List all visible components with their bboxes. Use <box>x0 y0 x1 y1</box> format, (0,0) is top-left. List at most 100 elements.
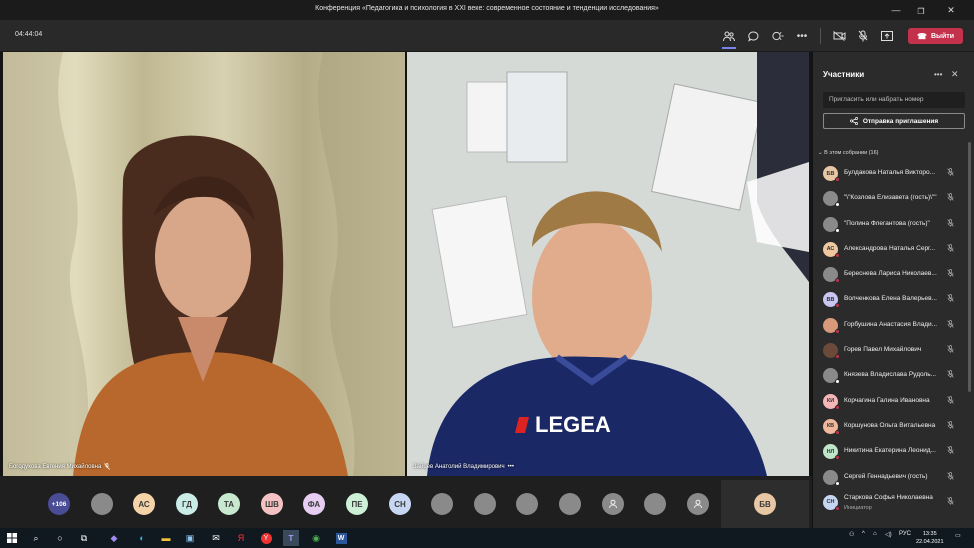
share-icon <box>849 117 858 125</box>
teams-meeting-window: Конференция «Педагогика и психология в X… <box>0 0 974 548</box>
participant-name: Старкова Софья Николаевна <box>844 493 933 501</box>
reactions-button[interactable] <box>770 28 786 44</box>
participant-row[interactable]: Горбушина Анастасия Влади... <box>813 313 971 338</box>
participant-video-man: LEGEA <box>407 52 809 476</box>
avatar-blank[interactable] <box>474 493 496 515</box>
task-view-icon: ⧉ <box>80 532 88 543</box>
window-title: Конференция «Педагогика и психология в X… <box>315 5 659 12</box>
taskbar-chrome[interactable]: ◉ <box>308 530 324 546</box>
avatar-generic[interactable] <box>602 493 624 515</box>
chat-icon <box>747 30 758 42</box>
camera-toggle-button[interactable] <box>831 28 847 44</box>
avatar-blank[interactable] <box>91 493 113 515</box>
meeting-timer: 04:44:04 <box>15 31 43 38</box>
participant-row[interactable]: Князева Владислава Рудоль... <box>813 363 971 388</box>
maximize-button[interactable]: ❐ <box>910 3 932 19</box>
cortana-button[interactable]: ○ <box>52 530 68 546</box>
mic-off-icon <box>947 345 954 355</box>
avatar[interactable]: ШВ <box>261 493 283 515</box>
chat-button[interactable] <box>745 28 761 44</box>
panel-more-button[interactable]: ••• <box>934 70 942 79</box>
avatar[interactable]: ТА <box>218 493 240 515</box>
chevron-up-icon[interactable]: ^ <box>862 531 865 537</box>
avatar[interactable]: ГД <box>176 493 198 515</box>
taskbar-explorer[interactable]: ▬ <box>158 530 174 546</box>
overflow-count[interactable]: +106 <box>48 493 70 515</box>
participant-row[interactable]: КИ Корчагина Галина Ивановна <box>813 389 971 414</box>
participant-row[interactable]: АС Александрова Наталья Серг... <box>813 237 971 262</box>
edge-icon: ◐ <box>139 533 145 543</box>
panel-close-button[interactable]: ✕ <box>951 69 959 80</box>
app-icon: ◆ <box>110 532 118 543</box>
notifications-icon[interactable]: ▭ <box>955 532 961 539</box>
minimize-button[interactable]: — <box>885 2 907 18</box>
more-icon[interactable]: ••• <box>508 464 514 470</box>
section-header[interactable]: ⌄ В этом собрании (16) <box>818 150 878 156</box>
participant-row[interactable]: КВ Коршунова Ольга Витальевна <box>813 414 971 439</box>
taskbar-edge[interactable]: ◐ <box>134 530 150 546</box>
participant-row[interactable]: НЛ Никитина Екатерина Леонид... <box>813 439 971 464</box>
person-icon <box>694 499 702 509</box>
network-icon[interactable]: ⌂ <box>873 531 877 537</box>
participant-row[interactable]: Горев Павел Михайлович <box>813 338 971 363</box>
close-window-button[interactable]: ✕ <box>940 2 962 18</box>
person-icon[interactable]: ⚇ <box>849 531 854 538</box>
taskbar-word[interactable]: W <box>333 530 349 546</box>
participant-row[interactable]: СН Старкова Софья Николаевна Инициатор <box>813 490 971 515</box>
presence-dot <box>835 429 840 435</box>
camera-off-icon <box>832 31 845 41</box>
avatar[interactable]: ПЕ <box>346 493 368 515</box>
taskbar-teams[interactable]: T <box>283 530 299 546</box>
avatar[interactable]: АС <box>133 493 155 515</box>
presence-dot <box>835 252 840 258</box>
presence-dot <box>835 505 840 511</box>
volume-icon[interactable]: ◁) <box>885 531 892 538</box>
mic-off-icon <box>104 463 111 470</box>
video-tile-right[interactable]: LEGEA Зайцев Анатолий Владимирович ••• <box>407 52 809 476</box>
participant-row[interactable]: "\"Козлова Елизавета (гость)\"" <box>813 186 971 211</box>
task-view-button[interactable]: ⧉ <box>76 530 92 546</box>
participants-button[interactable] <box>721 28 737 49</box>
start-button[interactable] <box>4 530 20 546</box>
reactions-icon <box>772 31 784 40</box>
taskbar-store[interactable]: ▣ <box>182 530 198 546</box>
taskbar-yandex[interactable]: Я <box>233 530 249 546</box>
participant-row[interactable]: БВ Булдакова Наталья Викторо... <box>813 161 971 186</box>
avatar-generic[interactable] <box>687 493 709 515</box>
input-language[interactable]: РУС <box>899 531 911 537</box>
avatar[interactable]: ФА <box>303 493 325 515</box>
participant-row[interactable]: Береснева Лариса Николаев... <box>813 262 971 287</box>
presence-dot <box>835 480 840 486</box>
taskbar-yandex-browser[interactable]: Y <box>258 530 274 546</box>
mic-off-icon <box>858 30 868 42</box>
invite-input[interactable]: Пригласить или набрать номер <box>823 92 965 108</box>
avatar[interactable]: СН <box>389 493 411 515</box>
taskbar-mail[interactable]: ✉ <box>208 530 224 546</box>
active-speaker-avatar[interactable]: БВ <box>754 493 776 515</box>
mail-icon: ✉ <box>212 532 220 543</box>
participant-row[interactable]: "Полина Флегантова (гость)" <box>813 212 971 237</box>
yandex-browser-icon: Y <box>260 532 272 544</box>
participant-row[interactable]: Сергей Геннадьевич (гость) <box>813 465 971 490</box>
avatar-blank[interactable] <box>559 493 581 515</box>
avatar-blank[interactable] <box>644 493 666 515</box>
video-name-tag: Зайцев Анатолий Владимирович ••• <box>413 464 514 470</box>
more-actions-button[interactable]: ••• <box>794 28 810 44</box>
video-stage: Богодухова Евгения Михайловна LEGEA Зайц… <box>0 52 812 476</box>
share-invite-button[interactable]: Отправка приглашения <box>823 113 965 129</box>
taskbar-app[interactable]: ◆ <box>106 530 122 546</box>
leave-button[interactable]: ☎ Выйти <box>908 28 963 44</box>
participant-row[interactable]: ВВ Волченкова Елена Валерьев... <box>813 287 971 312</box>
avatar-blank[interactable] <box>516 493 538 515</box>
system-clock[interactable]: 13:35 22.04.2021 <box>916 530 944 546</box>
share-screen-button[interactable] <box>879 28 895 44</box>
search-button[interactable]: ⌕ <box>28 530 44 546</box>
search-icon: ⌕ <box>33 532 39 543</box>
video-tile-left[interactable]: Богодухова Евгения Михайловна <box>3 52 405 476</box>
participant-name: Никитина Екатерина Леонид... <box>844 447 936 455</box>
more-icon: ••• <box>934 70 943 79</box>
avatar-blank[interactable] <box>431 493 453 515</box>
close-icon: ✕ <box>951 69 959 79</box>
mic-toggle-button[interactable] <box>855 28 871 44</box>
clock-time: 13:35 <box>922 531 937 537</box>
